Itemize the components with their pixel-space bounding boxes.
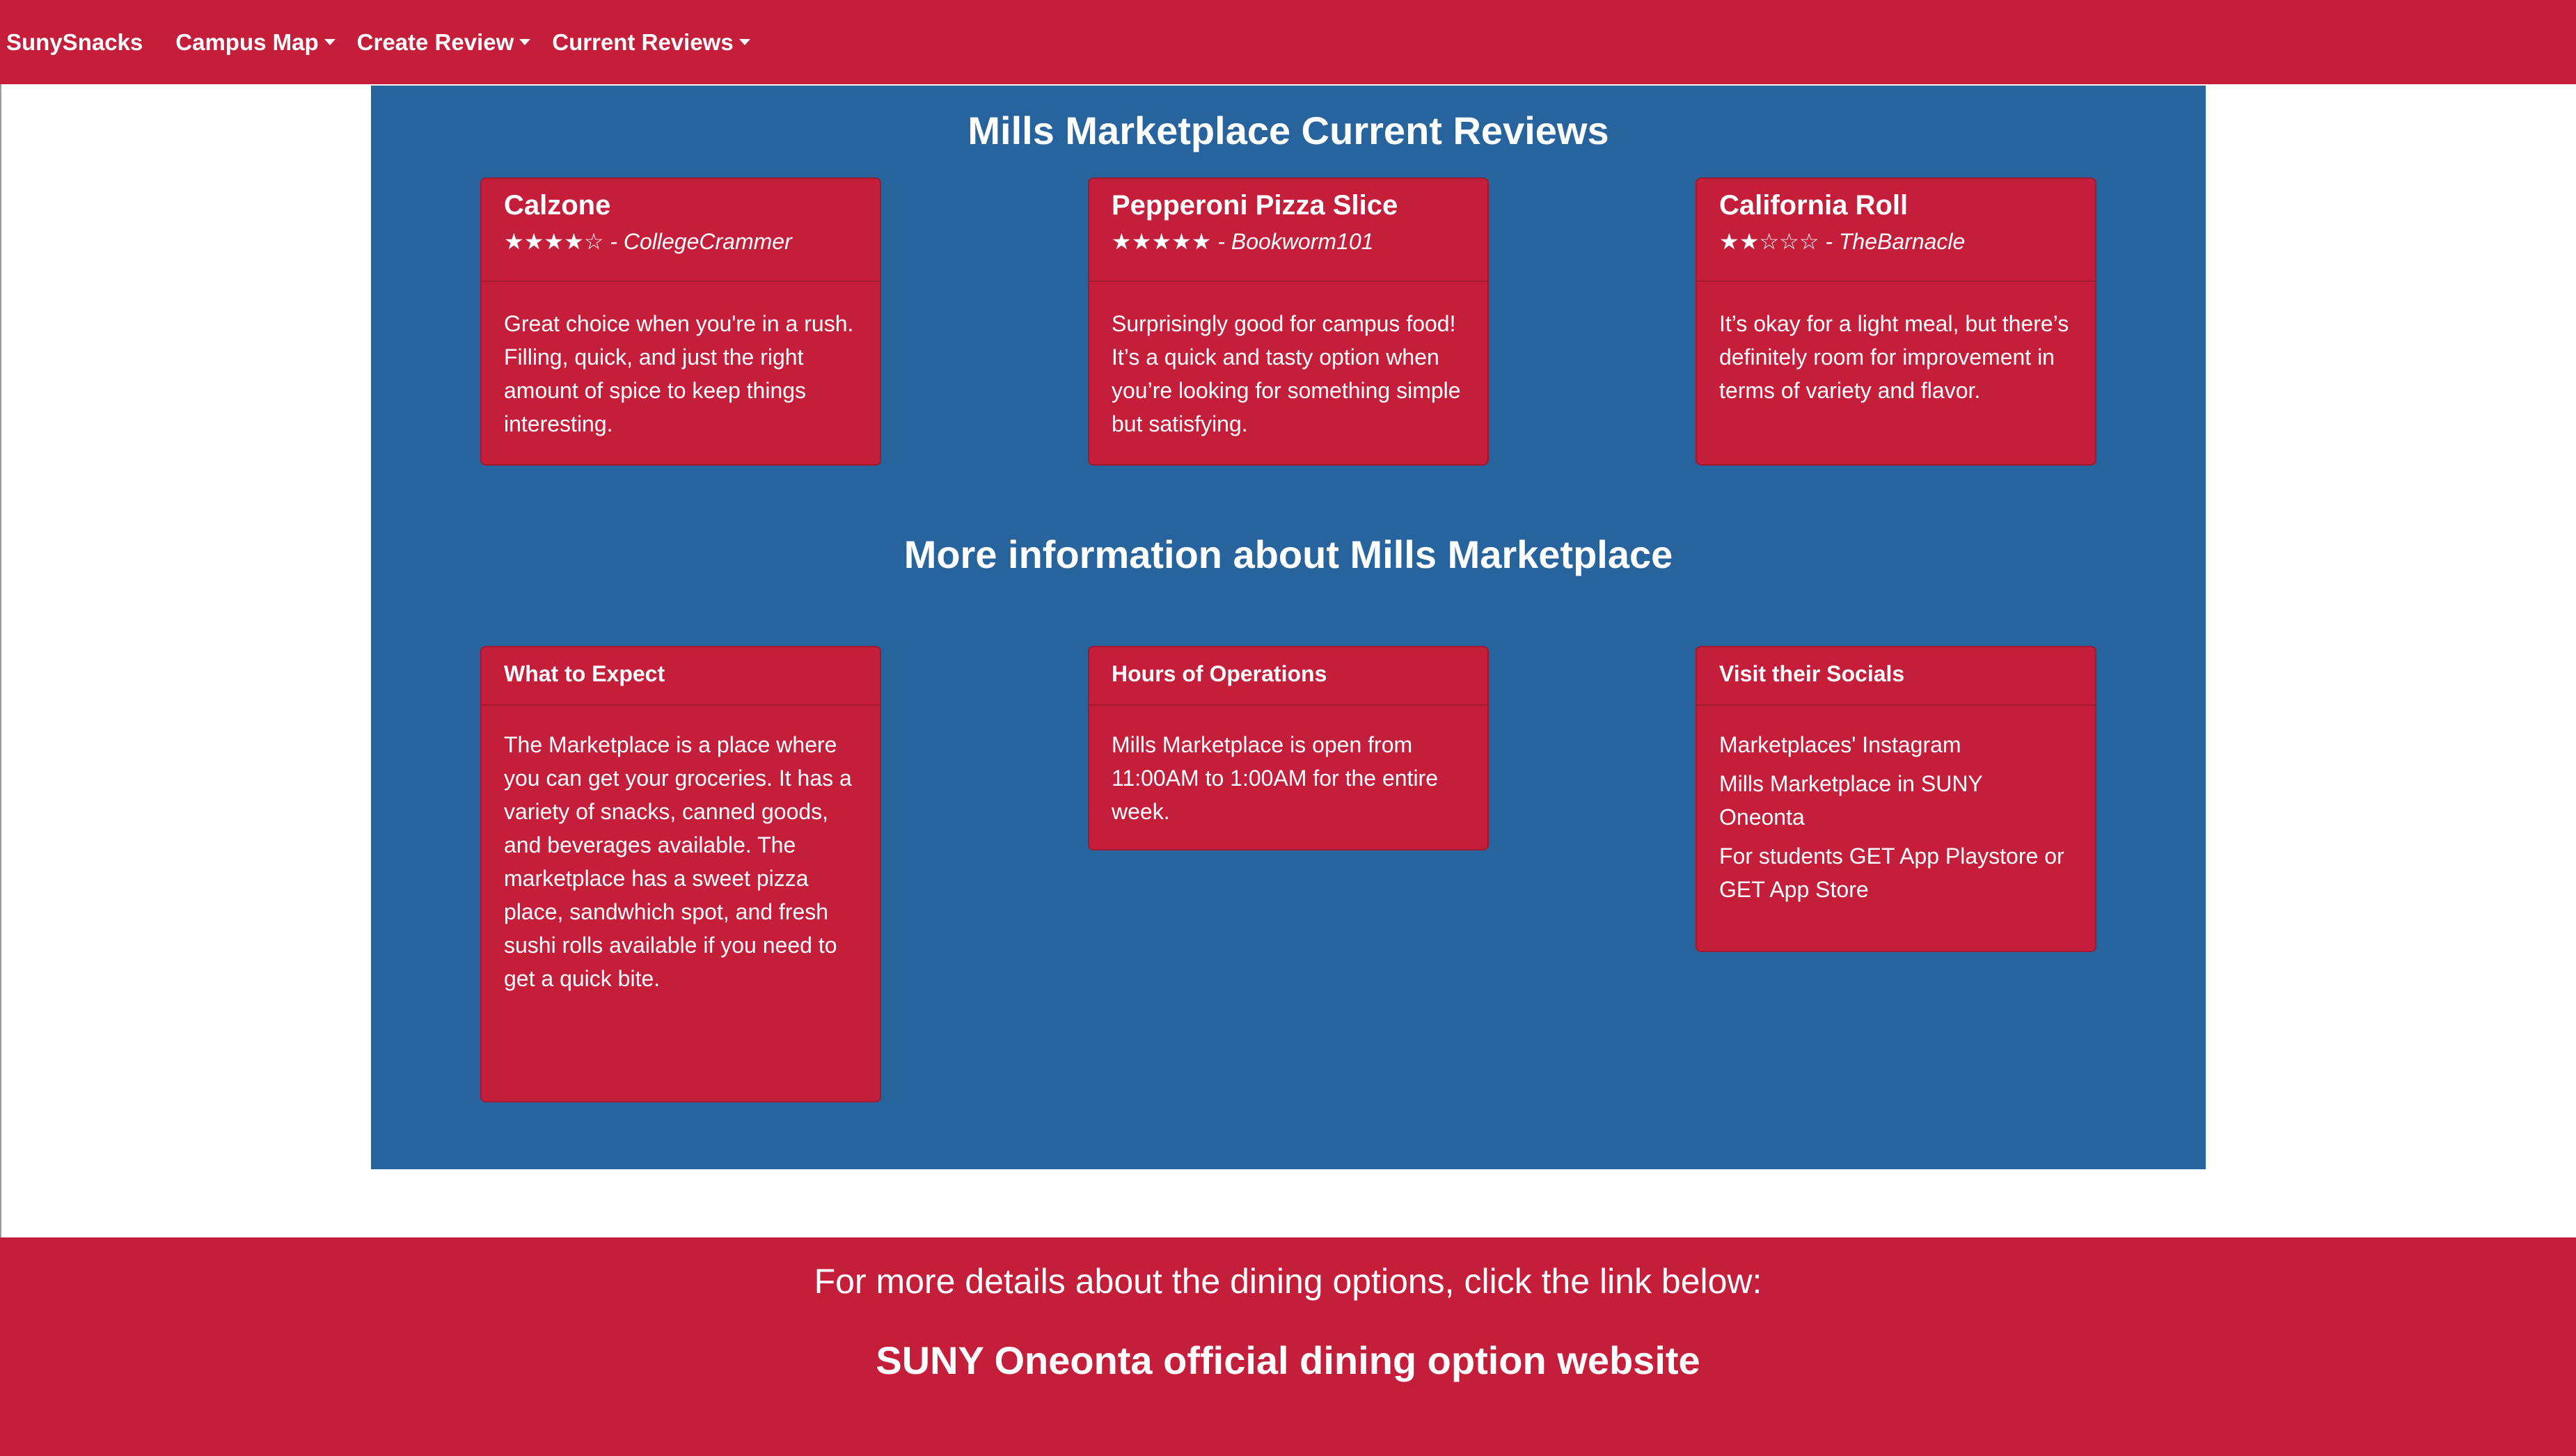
what-to-expect-title: What to Expect (504, 661, 665, 686)
instagram-link[interactable]: Marketplaces' Instagram (1719, 728, 2073, 761)
hours-card: Hours of Operations Mills Marketplace is… (1088, 646, 1489, 850)
review-item-name: Pepperoni Pizza Slice (1112, 190, 1398, 221)
review-card-header: Calzone ★★★★☆ - CollegeCrammer (482, 179, 880, 282)
review-rating-line: ★★★★☆ - CollegeCrammer (504, 228, 858, 255)
nav-campus-map-dropdown[interactable]: Campus Map (175, 29, 335, 56)
review-item-name: Calzone (504, 190, 611, 221)
review-card-calzone: Calzone ★★★★☆ - CollegeCrammer Great cho… (480, 177, 881, 466)
info-card-header: Hours of Operations (1089, 647, 1487, 706)
review-rating-line: ★★★★★ - Bookworm101 (1112, 228, 1465, 255)
review-card-header: Pepperoni Pizza Slice ★★★★★ - Bookworm10… (1089, 179, 1487, 282)
footer-text: For more details about the dining option… (814, 1262, 1762, 1301)
nav-current-reviews-dropdown[interactable]: Current Reviews (552, 29, 750, 56)
main-content-panel: Mills Marketplace Current Reviews Calzon… (371, 86, 2206, 1169)
top-navbar: SunySnacks Campus Map Create Review Curr… (0, 0, 2576, 84)
reviewer-name: CollegeCrammer (623, 229, 792, 254)
star-rating: ★★☆☆☆ (1719, 229, 1819, 254)
review-item-name: California Roll (1719, 190, 1909, 221)
rating-separator: - (1217, 229, 1231, 254)
brand-link[interactable]: SunySnacks (6, 29, 143, 56)
review-card-pepperoni-pizza-slice: Pepperoni Pizza Slice ★★★★★ - Bookworm10… (1088, 177, 1489, 466)
what-to-expect-text: The Marketplace is a place where you can… (504, 732, 852, 991)
star-rating: ★★★★★ (1112, 229, 1212, 254)
caret-down-icon (324, 39, 335, 45)
socials-title: Visit their Socials (1719, 661, 1905, 686)
info-card-header: What to Expect (482, 647, 880, 706)
what-to-expect-card: What to Expect The Marketplace is a plac… (480, 646, 881, 1102)
nav-campus-map-label: Campus Map (175, 29, 319, 55)
reviewer-name: Bookworm101 (1231, 229, 1374, 254)
review-rating-line: ★★☆☆☆ - TheBarnacle (1719, 228, 2073, 255)
suny-oneonta-marketplace-link[interactable]: Mills Marketplace in SUNY Oneonta (1719, 767, 2073, 834)
caret-down-icon (519, 39, 531, 45)
review-text: Surprisingly good for campus food! It’s … (1112, 311, 1461, 436)
nav-create-review-dropdown[interactable]: Create Review (357, 29, 531, 56)
rating-separator: - (1825, 229, 1839, 254)
hours-text: Mills Marketplace is open from 11:00AM t… (1112, 732, 1438, 824)
left-border-line (0, 84, 1, 1237)
review-card-header: California Roll ★★☆☆☆ - TheBarnacle (1697, 179, 2095, 282)
socials-links: Marketplaces' Instagram Mills Marketplac… (1697, 706, 2095, 906)
nav-create-review-label: Create Review (356, 29, 514, 55)
get-app-link[interactable]: For students GET App Playstore or GET Ap… (1719, 839, 2073, 906)
review-text: It’s okay for a light meal, but there’s … (1719, 311, 2069, 403)
info-card-header: Visit their Socials (1697, 647, 2095, 706)
hours-title: Hours of Operations (1112, 661, 1327, 686)
dining-website-link[interactable]: SUNY Oneonta official dining option webs… (0, 1338, 2576, 1383)
info-heading: More information about Mills Marketplace (903, 532, 1673, 576)
review-text: Great choice when you're in a rush. Fill… (504, 311, 854, 436)
star-rating: ★★★★☆ (504, 229, 604, 254)
socials-card: Visit their Socials Marketplaces' Instag… (1696, 646, 2096, 952)
reviewer-name: TheBarnacle (1838, 229, 1966, 254)
review-card-california-roll: California Roll ★★☆☆☆ - TheBarnacle It’s… (1696, 177, 2096, 466)
rating-separator: - (610, 229, 624, 254)
caret-down-icon (738, 39, 750, 45)
reviews-heading: Mills Marketplace Current Reviews (967, 109, 1609, 152)
nav-current-reviews-label: Current Reviews (552, 29, 734, 55)
